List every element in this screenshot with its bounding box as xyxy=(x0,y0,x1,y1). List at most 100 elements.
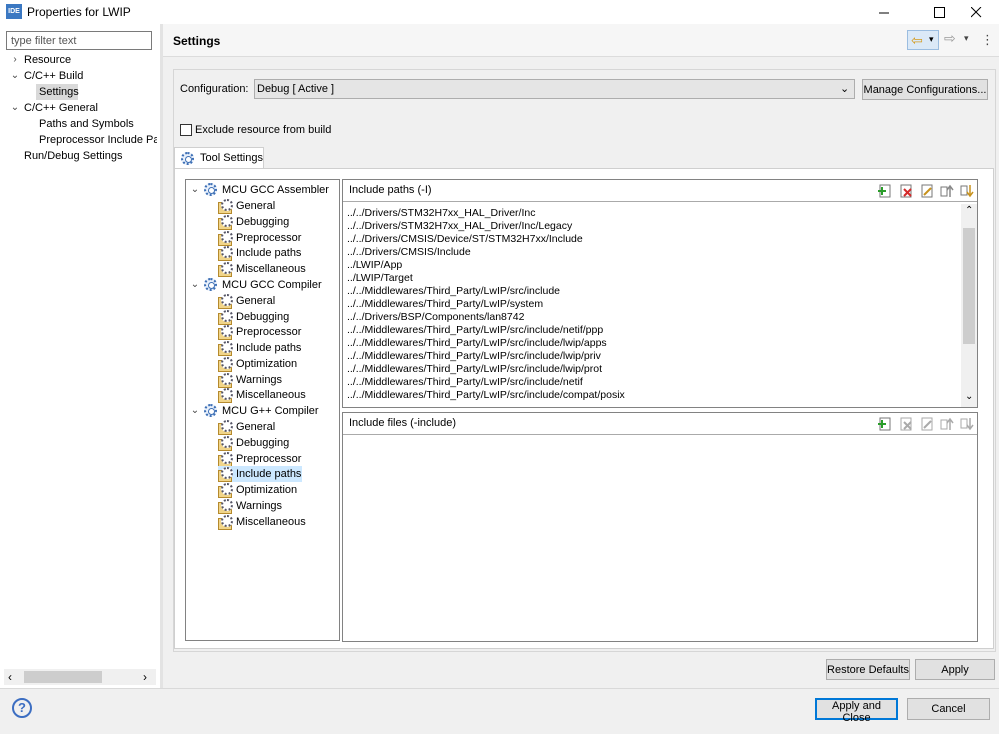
list-item[interactable]: ../../Drivers/STM32H7xx_HAL_Driver/Inc/L… xyxy=(347,220,572,233)
collapsed-chevron-icon[interactable]: › xyxy=(10,52,20,68)
close-button[interactable] xyxy=(953,0,999,24)
list-item[interactable]: ../../Middlewares/Third_Party/LwIP/src/i… xyxy=(347,389,625,402)
forward-menu-icon[interactable]: ▾ xyxy=(964,33,969,44)
list-item[interactable]: ../../Middlewares/Third_Party/LwIP/src/i… xyxy=(347,285,560,298)
tree-item-label: Preprocessor xyxy=(236,453,302,465)
tree-item-paths-and-symbols[interactable]: Paths and Symbols xyxy=(39,116,134,132)
include-paths-header: Include paths (-I) xyxy=(343,180,977,202)
expanded-chevron-icon[interactable]: ⌄ xyxy=(190,403,200,419)
tree-item-settings[interactable]: Settings xyxy=(36,84,79,100)
configuration-select[interactable]: Debug [ Active ] ⌄ xyxy=(254,79,855,99)
tree-item-label: Preprocessor xyxy=(236,326,302,338)
filter-input[interactable] xyxy=(6,31,152,50)
include-files-list[interactable] xyxy=(343,437,977,641)
list-item[interactable]: ../../Middlewares/Third_Party/LwIP/src/i… xyxy=(347,376,583,389)
tool-option-icon xyxy=(218,294,233,309)
include-files-title: Include files (-include) xyxy=(349,417,456,429)
gear-icon xyxy=(181,152,194,165)
list-item[interactable]: ../../Drivers/STM32H7xx_HAL_Driver/Inc xyxy=(347,207,535,220)
list-item[interactable]: ../../Middlewares/Third_Party/LwIP/src/i… xyxy=(347,350,601,363)
move-up-icon[interactable] xyxy=(939,183,955,199)
include-paths-list[interactable]: ../../Drivers/STM32H7xx_HAL_Driver/Inc .… xyxy=(343,204,961,407)
scrollbar-thumb[interactable] xyxy=(963,228,975,344)
settings-header: Settings ⇦ ▾ ⇨ ▾ ⋮ xyxy=(163,24,999,57)
include-files-header: Include files (-include) xyxy=(343,413,977,435)
move-file-up-icon[interactable] xyxy=(939,416,955,432)
tool-tree: ⌄ MCU GCC Assembler General Debugging Pr… xyxy=(185,179,340,641)
expanded-chevron-icon[interactable]: ⌄ xyxy=(190,182,200,198)
scroll-up-icon[interactable]: ⌃ xyxy=(965,205,973,216)
move-file-down-icon[interactable] xyxy=(959,416,975,432)
tree-item-label: General xyxy=(236,295,276,307)
list-item[interactable]: ../../Middlewares/Third_Party/LwIP/src/i… xyxy=(347,363,602,376)
tree-item-label: Include paths xyxy=(236,468,302,480)
scroll-left-icon[interactable]: ‹ xyxy=(8,670,12,684)
tree-item-label: Include paths xyxy=(236,247,302,259)
include-paths-scrollbar[interactable]: ⌃ ⌄ xyxy=(961,204,977,407)
close-icon xyxy=(970,6,981,17)
tree-item-label: Resource xyxy=(24,54,72,66)
title-bar: IDE Properties for LWIP xyxy=(0,0,999,24)
forward-arrow-icon[interactable]: ⇨ xyxy=(944,30,956,47)
expanded-chevron-icon[interactable]: ⌄ xyxy=(10,68,20,84)
tree-item-label: Debugging xyxy=(236,437,290,449)
list-item[interactable]: ../../Drivers/CMSIS/Device/ST/STM32H7xx/… xyxy=(347,233,583,246)
back-menu-icon[interactable]: ▾ xyxy=(929,34,934,45)
delete-path-icon[interactable] xyxy=(898,183,914,199)
list-item[interactable]: ../../Middlewares/Third_Party/LwIP/src/i… xyxy=(347,337,607,350)
tool-option-icon xyxy=(218,215,233,230)
tree-item-label: Debugging xyxy=(236,311,290,323)
expanded-chevron-icon[interactable]: ⌄ xyxy=(10,100,20,116)
include-paths-title: Include paths (-I) xyxy=(349,184,432,196)
exclude-resource-label[interactable]: Exclude resource from build xyxy=(195,124,331,136)
tree-item-run-debug-settings[interactable]: Run/Debug Settings xyxy=(24,148,122,164)
tool-option-icon xyxy=(218,373,233,388)
tree-item-preprocessor-include-paths[interactable]: Preprocessor Include Pat xyxy=(39,132,157,148)
tool-option-icon xyxy=(218,262,233,277)
tab-tool-settings[interactable]: Tool Settings xyxy=(174,147,264,169)
apply-button[interactable]: Apply xyxy=(915,659,995,680)
add-path-icon[interactable] xyxy=(877,183,893,199)
help-icon[interactable]: ? xyxy=(12,698,32,718)
scrollbar-thumb[interactable] xyxy=(24,671,102,683)
scroll-down-icon[interactable]: ⌄ xyxy=(965,391,973,402)
cancel-button[interactable]: Cancel xyxy=(907,698,990,720)
list-item[interactable]: ../../Middlewares/Third_Party/LwIP/src/i… xyxy=(347,324,603,337)
tree-item-label: General xyxy=(236,200,276,212)
left-horizontal-scrollbar[interactable]: ‹ › xyxy=(4,669,156,685)
minimize-button[interactable] xyxy=(861,0,907,24)
back-button[interactable]: ⇦ ▾ xyxy=(907,30,939,50)
more-options-icon[interactable]: ⋮ xyxy=(981,32,994,48)
edit-path-icon[interactable] xyxy=(919,183,935,199)
tool-option-icon xyxy=(218,199,233,214)
edit-file-icon[interactable] xyxy=(919,416,935,432)
configuration-value: Debug [ Active ] xyxy=(257,83,335,95)
move-down-icon[interactable] xyxy=(959,183,975,199)
tool-option-icon xyxy=(218,325,233,340)
restore-defaults-button[interactable]: Restore Defaults xyxy=(826,659,910,680)
list-item[interactable]: ../LWIP/App xyxy=(347,259,402,272)
apply-and-close-button[interactable]: Apply and Close xyxy=(815,698,898,724)
tree-group-label: MCU G++ Compiler xyxy=(222,405,319,417)
tree-item-label: Run/Debug Settings xyxy=(24,150,123,162)
manage-configurations-button[interactable]: Manage Configurations... xyxy=(862,79,988,100)
exclude-resource-checkbox[interactable] xyxy=(180,124,192,136)
tool-option-icon xyxy=(218,231,233,246)
scroll-right-icon[interactable]: › xyxy=(143,670,147,684)
list-item[interactable]: ../../Middlewares/Third_Party/LwIP/syste… xyxy=(347,298,543,311)
delete-file-icon[interactable] xyxy=(898,416,914,432)
list-item[interactable]: ../../Drivers/BSP/Components/lan8742 xyxy=(347,311,524,324)
add-file-icon[interactable] xyxy=(877,416,893,432)
expanded-chevron-icon[interactable]: ⌄ xyxy=(190,277,200,293)
tool-option-icon xyxy=(218,499,233,514)
list-item[interactable]: ../LWIP/Target xyxy=(347,272,413,285)
tree-item-label: Warnings xyxy=(236,374,283,386)
tree-item-include-paths-selected[interactable]: Include paths xyxy=(218,466,302,482)
tab-label: Tool Settings xyxy=(200,152,263,164)
tree-item-label: Paths and Symbols xyxy=(39,118,134,130)
tree-item-label: General xyxy=(236,421,276,433)
app-icon: IDE xyxy=(6,4,22,19)
tree-item-label: Optimization xyxy=(236,484,298,496)
list-item[interactable]: ../../Drivers/CMSIS/Include xyxy=(347,246,471,259)
tool-option-icon xyxy=(218,467,233,482)
